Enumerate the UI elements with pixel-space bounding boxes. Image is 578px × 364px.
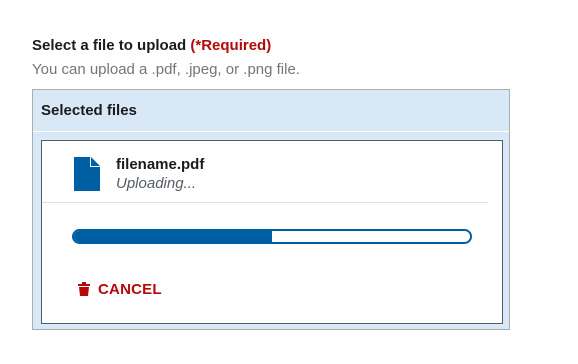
field-label-text: Select a file to upload <box>32 37 187 54</box>
file-row: filename.pdf Uploading... <box>74 155 204 203</box>
cancel-button[interactable]: CANCEL <box>78 279 162 299</box>
file-status: Uploading... <box>116 175 197 192</box>
trash-icon <box>78 282 90 296</box>
cancel-label: CANCEL <box>98 280 162 298</box>
field-label: Select a file to upload (*Required) <box>32 36 512 56</box>
upload-progress-fill <box>74 231 272 242</box>
file-upload-field: Select a file to upload (*Required) You … <box>32 36 512 330</box>
file-dropzone[interactable]: Selected files filename.pdf Uploading... <box>32 89 510 330</box>
divider <box>42 202 488 203</box>
selected-files-header: Selected files <box>33 90 509 132</box>
file-name: filename.pdf <box>116 156 205 173</box>
upload-progress-bar <box>72 229 472 244</box>
file-icon <box>74 157 100 191</box>
field-hint: You can upload a .pdf, .jpeg, or .png fi… <box>32 61 300 78</box>
required-indicator: (*Required) <box>190 37 272 54</box>
file-preview-card: filename.pdf Uploading... CANCEL <box>41 140 503 324</box>
file-meta: filename.pdf Uploading... <box>116 155 204 193</box>
